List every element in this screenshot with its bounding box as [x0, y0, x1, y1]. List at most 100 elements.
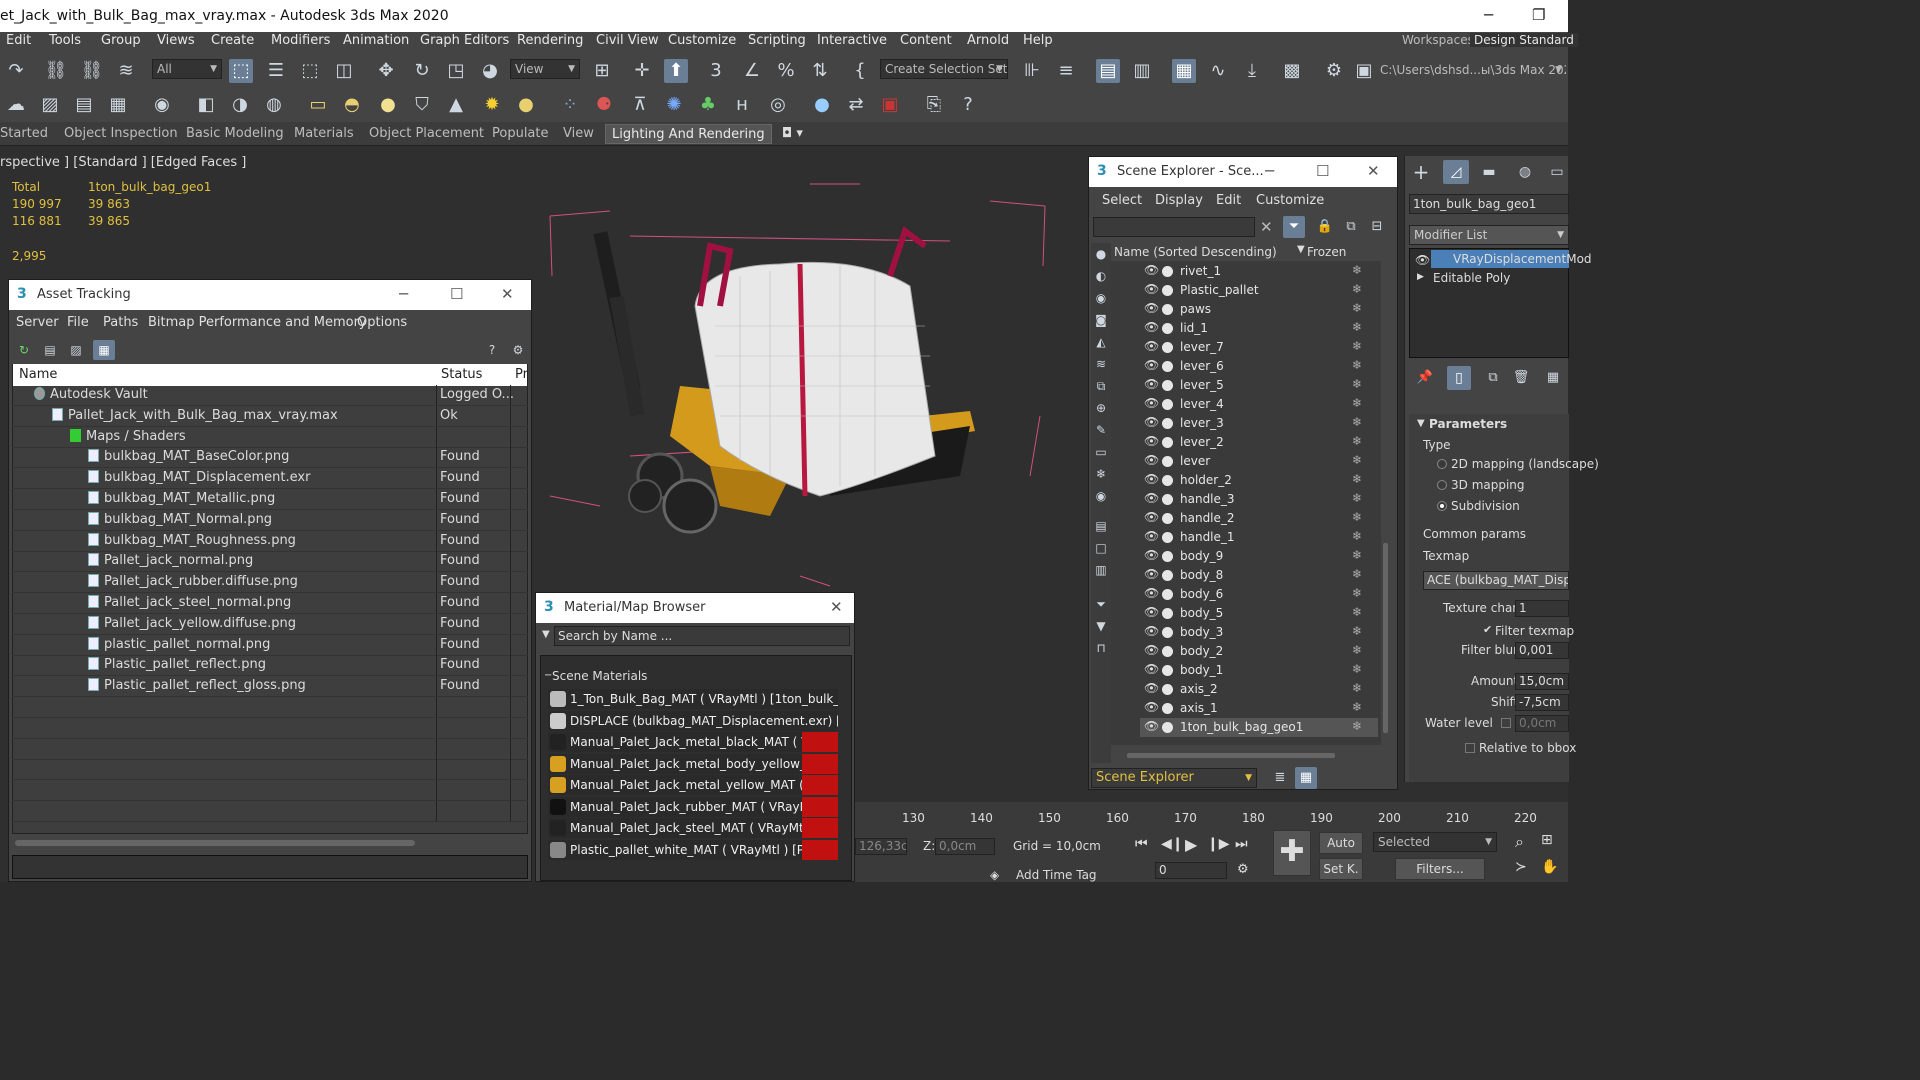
walk-icon[interactable]: ≻ — [1515, 859, 1527, 875]
menu-edit[interactable]: Edit — [6, 33, 31, 48]
texmap-button[interactable]: ACE (bulkbag_MAT_Displacem — [1423, 571, 1569, 590]
menu-interactive[interactable]: Interactive — [817, 33, 887, 48]
frozen-icon[interactable]: ❄ — [1352, 700, 1362, 714]
frozen-icon[interactable]: ❄ — [1352, 605, 1362, 619]
minimize-icon[interactable]: ─ — [1265, 162, 1274, 180]
display-tab-icon[interactable]: ▭ — [1545, 160, 1569, 184]
column-status[interactable]: Status — [441, 367, 482, 382]
scene-object-row[interactable]: 👁 paws ❄ — [1140, 300, 1378, 319]
frame-buffer-icon[interactable]: ▣ — [878, 93, 902, 117]
maximize-icon[interactable]: ☐ — [450, 285, 463, 303]
proxy-icon[interactable]: ⊼ — [628, 93, 652, 117]
visibility-eye-icon[interactable]: 👁 — [1144, 605, 1159, 619]
scene-object-row[interactable]: 👁 lever_5 ❄ — [1140, 376, 1378, 395]
asset-row[interactable]: bulkbag_MAT_Normal.png Found — [12, 509, 528, 531]
scene-object-row[interactable]: 👁 holder_2 ❄ — [1140, 471, 1378, 490]
configure-modifier-sets-icon[interactable]: ▦ — [1543, 368, 1563, 388]
sphere-icon[interactable]: ● — [376, 93, 400, 117]
keyboard-shortcut-override-icon[interactable]: ⬆ — [664, 59, 688, 83]
asset-row[interactable]: Maps / Shaders — [12, 426, 528, 448]
scene-object-row[interactable]: 👁 body_1 ❄ — [1140, 661, 1378, 680]
asset-row[interactable]: Plastic_pallet_reflect.png Found — [12, 655, 528, 677]
scene-object-row[interactable]: 👁 lever_4 ❄ — [1140, 395, 1378, 414]
tab-populate[interactable]: Populate — [492, 126, 549, 141]
visibility-eye-icon[interactable]: 👁 — [1144, 396, 1159, 410]
frozen-icon[interactable]: ❄ — [1352, 339, 1362, 353]
volume-icon[interactable]: ✺ — [662, 93, 686, 117]
rectangular-selection-icon[interactable]: ⬚ — [298, 59, 322, 83]
display-containers-icon[interactable]: ▭ — [1091, 443, 1111, 461]
display-hidden-icon[interactable]: ◉ — [1091, 487, 1111, 505]
scene-model[interactable] — [530, 176, 1090, 596]
box-icon[interactable]: ▭ — [306, 93, 330, 117]
visibility-eye-icon[interactable]: 👁 — [1144, 491, 1159, 505]
material-row[interactable]: Manual_Palet_Jack_metal_body_yellow_MAT … — [548, 753, 838, 774]
selection-filter-dropdown[interactable]: All — [152, 59, 222, 79]
tab-lighting-and-rendering[interactable]: Lighting And Rendering — [605, 124, 772, 144]
snaps-toggle-icon[interactable]: 3 — [704, 59, 728, 83]
display-groups-icon[interactable]: ⧉ — [1091, 377, 1111, 395]
visibility-eye-icon[interactable]: 👁 — [1144, 472, 1159, 486]
frozen-icon[interactable]: ❄ — [1352, 320, 1362, 334]
asset-menu-file[interactable]: File — [67, 315, 89, 330]
visibility-eye-icon[interactable]: 👁 — [1144, 567, 1159, 581]
link-icon[interactable]: ⛓ — [44, 59, 68, 83]
spinner-snap-icon[interactable]: ⇅ — [808, 59, 832, 83]
asset-row[interactable]: Autodesk Vault Logged O... — [12, 385, 528, 406]
key-filters-button[interactable]: Filters... — [1395, 858, 1485, 880]
scene-menu-select[interactable]: Select — [1102, 193, 1142, 208]
scene-menu-edit[interactable]: Edit — [1216, 193, 1241, 208]
visibility-eye-icon[interactable]: 👁 — [1144, 377, 1159, 391]
material-row[interactable]: Plastic_pallet_white_MAT ( VRayMtl ) [Pl… — [548, 839, 838, 860]
close-icon[interactable]: ✕ — [1367, 162, 1380, 180]
relative-to-bbox-checkbox[interactable] — [1465, 743, 1475, 753]
type-subdivision-radio[interactable] — [1437, 501, 1447, 511]
select-manipulate-icon[interactable]: ✛ — [630, 59, 654, 83]
frozen-icon[interactable]: ❄ — [1352, 263, 1362, 277]
tab-materials[interactable]: Materials — [294, 126, 354, 141]
scene-object-row[interactable]: 👁 axis_1 ❄ — [1140, 699, 1378, 718]
type-2d-mapping-label[interactable]: 2D mapping (landscape) — [1451, 457, 1599, 471]
image-icon[interactable]: ▨ — [38, 93, 62, 117]
fur-icon[interactable]: ⚈ — [592, 93, 616, 117]
cloud-icon[interactable]: ☁ — [4, 93, 28, 117]
filter-texmap-label[interactable]: Filter texmap — [1495, 624, 1574, 638]
pan-hand-icon[interactable]: ✋ — [1541, 859, 1558, 875]
asset-menu-bitmap-performance[interactable]: Bitmap Performance and Memory — [148, 315, 367, 330]
asset-row[interactable]: bulkbag_MAT_Roughness.png Found — [12, 530, 528, 552]
swap-icon[interactable]: ⇄ — [844, 93, 868, 117]
display-all-icon[interactable]: ▤ — [1091, 517, 1111, 535]
schematic-view-icon[interactable]: ⤓ — [1240, 59, 1264, 83]
layer-explorer-icon[interactable]: ▥ — [1130, 59, 1154, 83]
tab-basic-modeling[interactable]: Basic Modeling — [186, 126, 284, 141]
menu-content[interactable]: Content — [900, 33, 952, 48]
camera-icon[interactable]: ◧ — [194, 93, 218, 117]
modifier-vray-displacement[interactable]: VRayDisplacementMod — [1431, 250, 1592, 268]
scene-menu-display[interactable]: Display — [1155, 193, 1203, 208]
hierarchy-tab-icon[interactable]: ▬ — [1477, 160, 1501, 184]
tab-started[interactable]: Started — [0, 126, 48, 141]
ribbon-options-icon[interactable]: ◘ ▾ — [782, 126, 803, 141]
help-icon[interactable]: ? — [483, 341, 501, 359]
show-end-result-icon[interactable]: ▯ — [1447, 366, 1471, 390]
viewport-label[interactable]: rspective ] [Standard ] [Edged Faces ] — [0, 155, 246, 170]
visibility-eye-icon[interactable]: 👁 — [1144, 282, 1159, 296]
scene-explorer-toggle-icon[interactable]: ▤ — [1096, 59, 1120, 83]
set-key-button[interactable]: Set K. — [1319, 858, 1363, 880]
go-to-start-icon[interactable]: ⏮ — [1135, 836, 1148, 852]
visibility-eye-icon[interactable]: 👁 — [1144, 662, 1159, 676]
asset-menu-options[interactable]: Options — [357, 315, 407, 330]
light-lister-icon[interactable]: ◉ — [150, 93, 174, 117]
display-xrefs-icon[interactable]: ⊕ — [1091, 399, 1111, 417]
render-setup-icon[interactable]: ⚙ — [1322, 59, 1346, 83]
pin-stack-icon[interactable]: 📌 — [1415, 368, 1435, 388]
water-level-field[interactable]: 0,0cm — [1515, 715, 1569, 732]
frozen-icon[interactable]: ❄ — [1352, 548, 1362, 562]
object-name-field[interactable]: 1ton_bulk_bag_geo1 — [1409, 194, 1569, 214]
column-name-sorted[interactable]: Name (Sorted Descending) — [1114, 245, 1277, 259]
visibility-eye-icon[interactable]: 👁 — [1144, 529, 1159, 543]
project-path[interactable]: C:\Users\dshsd...ы\3ds Max 2020 — [1376, 61, 1566, 81]
scene-object-row[interactable]: 👁 handle_3 ❄ — [1140, 490, 1378, 509]
visibility-eye-icon[interactable]: 👁 — [1144, 510, 1159, 524]
x-coordinate-field[interactable]: 126,33cm — [855, 838, 907, 855]
